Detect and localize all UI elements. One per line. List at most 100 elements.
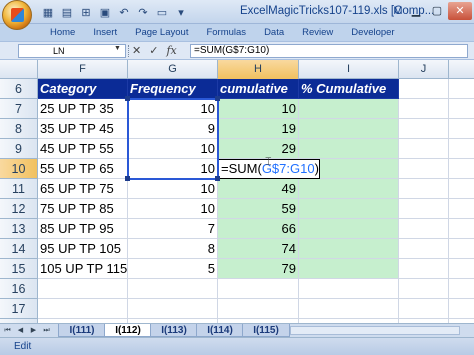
pct-cumulative-cell[interactable] [299, 119, 399, 139]
category-cell[interactable]: 65 UP TP 75 [38, 179, 128, 199]
name-box[interactable]: LN [18, 44, 126, 58]
row-header-16[interactable]: 16 [0, 279, 38, 299]
sheet-tab-active[interactable]: I(112) [104, 324, 152, 337]
tab-insert[interactable]: Insert [84, 27, 126, 38]
first-sheet-icon[interactable]: ⏮ [2, 325, 13, 336]
cumulative-cell[interactable]: 79 [218, 259, 299, 279]
column-header-i[interactable]: I [299, 60, 399, 79]
tab-developer[interactable]: Developer [342, 27, 403, 38]
column-header-h[interactable]: H [218, 60, 299, 79]
frequency-cell[interactable]: 10 [128, 139, 218, 159]
frequency-cell[interactable]: 10 [128, 179, 218, 199]
undo-icon[interactable]: ↶ [116, 4, 132, 20]
sheet-tab[interactable]: I(111) [58, 324, 106, 337]
minimize-icon[interactable]: ▁ [406, 2, 426, 20]
maximize-icon[interactable]: ▢ [427, 2, 447, 20]
tab-data[interactable]: Data [255, 27, 293, 38]
row-header-9[interactable]: 9 [0, 139, 38, 159]
category-cell[interactable]: 35 UP TP 45 [38, 119, 128, 139]
tab-page-layout[interactable]: Page Layout [126, 27, 197, 38]
pct-cumulative-cell[interactable] [299, 199, 399, 219]
row-header-10[interactable]: 10 [0, 159, 38, 179]
empty-cell[interactable] [38, 299, 128, 319]
last-sheet-icon[interactable]: ⏭ [41, 325, 52, 336]
pct-cumulative-cell[interactable] [299, 259, 399, 279]
category-cell[interactable]: 75 UP TP 85 [38, 199, 128, 219]
cumulative-cell[interactable]: 49 [218, 179, 299, 199]
sheet-tab[interactable]: I(113) [150, 324, 198, 337]
save-icon[interactable]: ▣ [97, 4, 113, 20]
row-header-11[interactable]: 11 [0, 179, 38, 199]
empty-cell[interactable] [299, 279, 399, 299]
cumulative-cell[interactable]: 10 [218, 99, 299, 119]
column-j-cells[interactable] [399, 79, 449, 339]
cumulative-cell[interactable]: 66 [218, 219, 299, 239]
column-header-k[interactable] [449, 60, 474, 79]
cumulative-cell[interactable]: 59 [218, 199, 299, 219]
frequency-cell[interactable]: 10 [128, 199, 218, 219]
column-header-f[interactable]: F [38, 60, 128, 79]
row-header-7[interactable]: 7 [0, 99, 38, 119]
row-header-13[interactable]: 13 [0, 219, 38, 239]
prev-sheet-icon[interactable]: ◀ [15, 325, 26, 336]
empty-cell[interactable] [128, 279, 218, 299]
pct-cumulative-cell[interactable] [299, 239, 399, 259]
empty-cell[interactable] [299, 299, 399, 319]
frequency-cell[interactable]: 8 [128, 239, 218, 259]
category-cell[interactable]: 55 UP TP 65 [38, 159, 128, 179]
customize-qat-icon[interactable]: ▾ [173, 4, 189, 20]
pct-cumulative-cell[interactable] [299, 219, 399, 239]
category-cell[interactable]: 45 UP TP 55 [38, 139, 128, 159]
tab-review[interactable]: Review [293, 27, 342, 38]
office-button[interactable] [2, 0, 32, 30]
sheet-tab[interactable]: I(115) [242, 324, 290, 337]
range-handle[interactable] [125, 96, 130, 101]
cumulative-cell[interactable]: 19 [218, 119, 299, 139]
worksheet-grid[interactable]: F G H I J 6 7 8 9 10 11 12 13 14 15 16 1… [0, 60, 474, 339]
empty-cell[interactable] [38, 279, 128, 299]
select-all-corner[interactable] [0, 60, 38, 79]
header-pct-cumulative[interactable]: % Cumulative [299, 79, 399, 99]
category-cell[interactable]: 105 UP TP 115 [38, 259, 128, 279]
range-handle[interactable] [215, 176, 220, 181]
table-icon[interactable]: ▤ [59, 4, 75, 20]
close-icon[interactable]: ✕ [448, 2, 472, 20]
pct-cumulative-cell[interactable] [299, 99, 399, 119]
range-handle[interactable] [125, 176, 130, 181]
empty-cell[interactable] [218, 279, 299, 299]
name-box-dropdown-icon[interactable]: ▼ [114, 45, 121, 52]
cumulative-cell[interactable]: 74 [218, 239, 299, 259]
column-header-g[interactable]: G [128, 60, 218, 79]
header-cumulative[interactable]: cumulative [218, 79, 299, 99]
frequency-cell[interactable]: 5 [128, 259, 218, 279]
frequency-cell[interactable]: 10 [128, 159, 218, 179]
grid-icon[interactable]: ⊞ [78, 4, 94, 20]
insert-function-icon[interactable]: fx [166, 44, 176, 57]
row-header-8[interactable]: 8 [0, 119, 38, 139]
category-cell[interactable]: 25 UP TP 35 [38, 99, 128, 119]
pct-cumulative-cell[interactable] [299, 179, 399, 199]
category-cell[interactable]: 95 UP TP 105 [38, 239, 128, 259]
header-category[interactable]: Category [38, 79, 128, 99]
column-header-j[interactable]: J [399, 60, 449, 79]
horizontal-scrollbar[interactable] [290, 326, 460, 335]
pct-cumulative-cell[interactable] [299, 139, 399, 159]
frequency-cell[interactable]: 10 [128, 99, 218, 119]
column-k-cells[interactable] [449, 79, 474, 339]
empty-cell[interactable] [218, 299, 299, 319]
row-header-15[interactable]: 15 [0, 259, 38, 279]
empty-cell[interactable] [128, 299, 218, 319]
category-cell[interactable]: 85 UP TP 95 [38, 219, 128, 239]
row-header-12[interactable]: 12 [0, 199, 38, 219]
tab-home[interactable]: Home [40, 27, 84, 38]
header-frequency[interactable]: Frequency [128, 79, 218, 99]
cancel-icon[interactable]: ✕ [132, 44, 141, 57]
row-header-6[interactable]: 6 [0, 79, 38, 99]
next-sheet-icon[interactable]: ▶ [28, 325, 39, 336]
row-header-14[interactable]: 14 [0, 239, 38, 259]
redo-icon[interactable]: ↷ [135, 4, 151, 20]
open-folder-icon[interactable]: ▭ [154, 4, 170, 20]
formula-input[interactable]: =SUM(G$7:G10) [190, 44, 468, 58]
formula-bar-divider[interactable] [128, 45, 130, 57]
row-header-17[interactable]: 17 [0, 299, 38, 319]
